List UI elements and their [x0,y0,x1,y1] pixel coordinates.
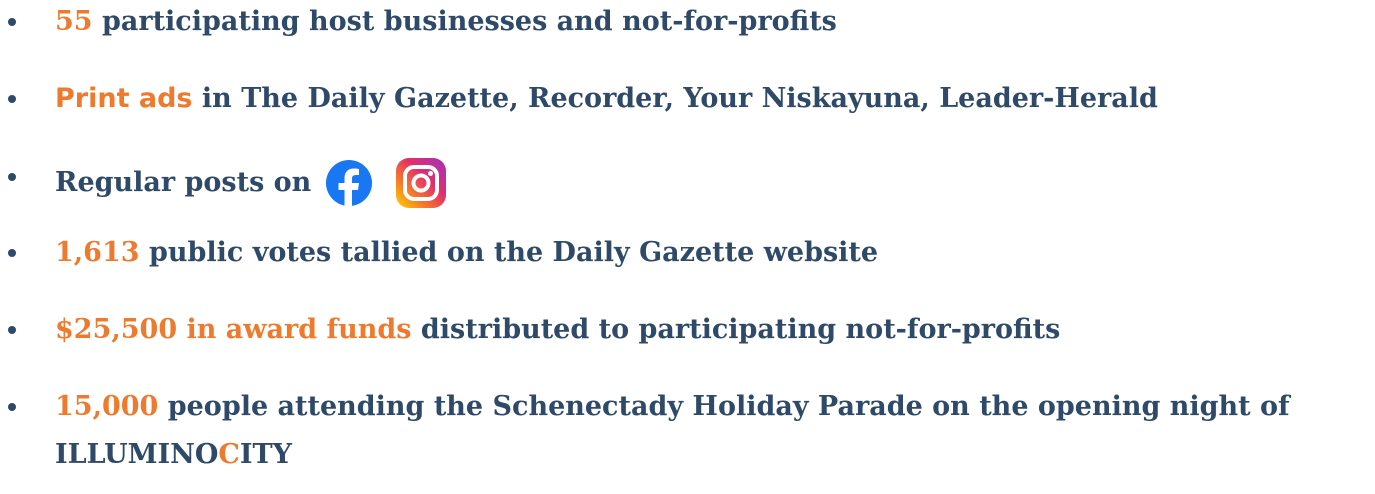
item-description: Regular posts on [55,167,312,198]
highlight-amount: $25,500 in award funds [55,314,412,345]
item-text: 55 participating host businesses and not… [55,2,837,42]
highlight-number: 55 [55,6,93,37]
item-text: Print ads in The Daily Gazette, Recorder… [55,79,1158,119]
item-text: 1,613 public votes tallied on the Daily … [55,233,878,273]
item-text: $25,500 in award funds distributed to pa… [55,310,1060,350]
bullet [8,249,16,257]
bullet [8,95,16,103]
item-description: distributed to participating not-for-pro… [420,314,1061,345]
brand-part: ITY [239,439,292,470]
highlight-number: 1,613 [55,237,140,268]
item-text: Regular posts on [55,157,447,209]
item-description: participating host businesses and not-fo… [101,6,837,37]
highlight-number: 15,000 [55,391,159,422]
brand-name: ILLUMINOCITY [55,435,292,475]
facebook-icon[interactable] [325,159,373,207]
bullet [8,403,16,411]
item-description: public votes tallied on the Daily Gazett… [148,237,879,268]
item-description: people attending the Schenectady Holiday… [167,391,1290,422]
bullet [8,173,16,181]
item-description: in The Daily Gazette, Recorder, Your Nis… [201,83,1158,114]
brand-accent-letter: C [218,439,240,470]
bullet [8,326,16,334]
instagram-icon[interactable] [395,157,447,209]
highlight-label: Print ads [55,83,193,114]
item-text: 15,000 people attending the Schenectady … [55,387,1290,427]
bullet [8,18,16,26]
brand-part: ILLUMINO [55,439,219,470]
